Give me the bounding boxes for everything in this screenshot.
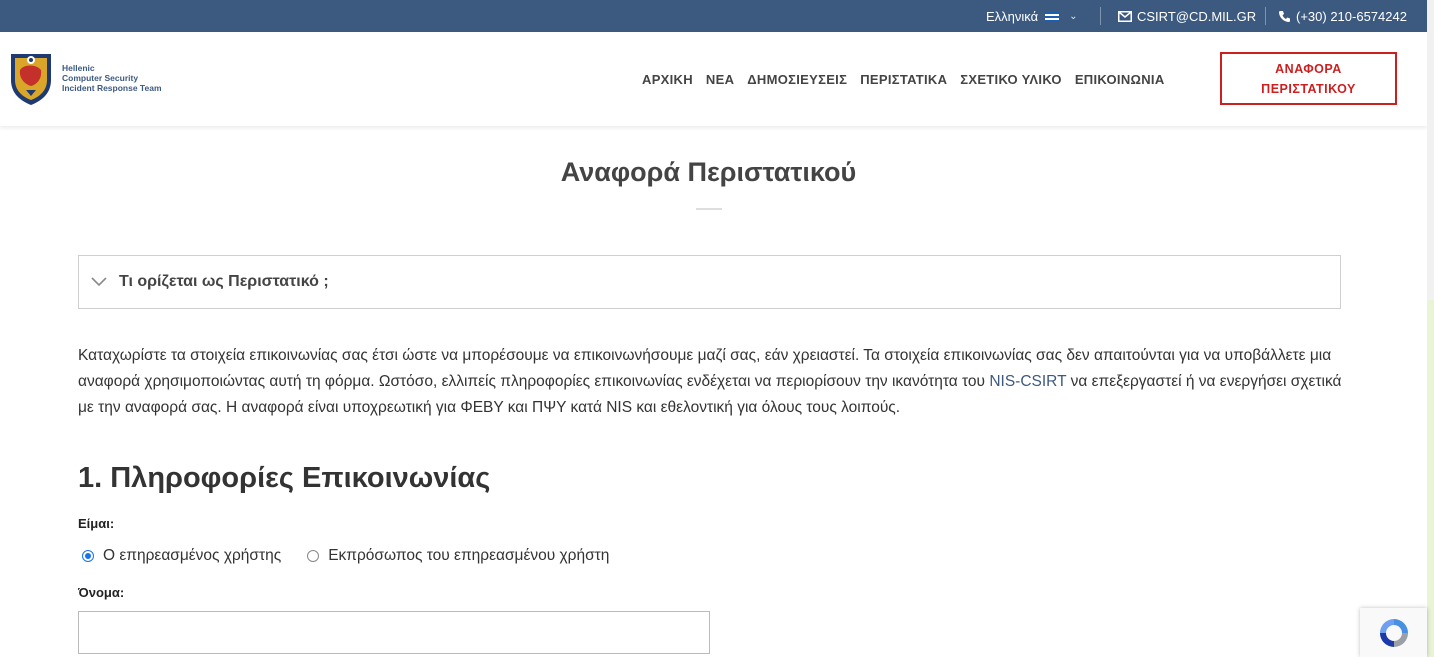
nav-item-contact[interactable]: ΕΠΙΚΟΙΝΩΝΙΑ: [1075, 72, 1165, 87]
shield-logo-icon: [11, 54, 51, 105]
logo-line: Hellenic: [62, 63, 95, 73]
logo-line: Incident Response Team: [62, 83, 162, 93]
page-title: Αναφορά Περιστατικού: [560, 157, 857, 187]
divider: [1265, 7, 1266, 25]
language-selector[interactable]: Ελληνικά ⌄: [986, 9, 1078, 24]
nav-item-publications[interactable]: ΔΗΜΟΣΙΕΥΣΕΙΣ: [747, 72, 847, 87]
recaptcha-icon: [1379, 618, 1408, 647]
site-logo[interactable]: Hellenic Computer Security Incident Resp…: [8, 50, 162, 106]
email-link[interactable]: CSIRT@CD.MIL.GR: [1118, 9, 1256, 24]
nis-csirt-link[interactable]: NIS-CSIRT: [989, 373, 1066, 390]
nav-item-home[interactable]: ΑΡΧΙΚΗ: [642, 72, 693, 87]
title-divider: [696, 208, 722, 210]
section-heading: 1. Πληροφορίες Επικοινωνίας: [78, 462, 491, 494]
phone-icon: [1279, 11, 1290, 22]
email-text: CSIRT@CD.MIL.GR: [1137, 9, 1257, 24]
chevron-down-icon: ⌄: [1069, 11, 1078, 22]
radio-button-selected[interactable]: [82, 550, 94, 562]
accordion-title: Τι ορίζεται ως Περιστατικό ;: [119, 273, 329, 290]
radio-button[interactable]: [307, 550, 320, 562]
logo-text: Hellenic Computer Security Incident Resp…: [62, 63, 162, 93]
mail-icon: [1118, 11, 1132, 22]
intro-paragraph: Καταχωρίστε τα στοιχεία επικοινωνίας σας…: [78, 343, 1358, 421]
nav-item-resources[interactable]: ΣΧΕΤΙΚΟ ΥΛΙΚΟ: [960, 72, 1062, 87]
radio-label: Εκπρόσωπος του επηρεασμένου χρήστη: [328, 547, 610, 564]
iam-label: Είμαι:: [78, 516, 115, 531]
language-label: Ελληνικά: [986, 9, 1039, 24]
main-nav: ΑΡΧΙΚΗ ΝΕΑ ΔΗΜΟΣΙΕΥΣΕΙΣ ΠΕΡΙΣΤΑΤΙΚΑ ΣΧΕΤ…: [642, 72, 1165, 87]
nav-item-incidents[interactable]: ΠΕΡΙΣΤΑΤΙΚΑ: [860, 72, 947, 87]
report-incident-button[interactable]: ΑΝΑΦΟΡΑ ΠΕΡΙΣΤΑΤΙΚΟΥ: [1220, 52, 1397, 105]
chevron-down-icon: [91, 277, 107, 287]
phone-text: (+30) 210-6574242: [1296, 9, 1407, 24]
name-label: Όνομα:: [78, 585, 125, 600]
phone-link[interactable]: (+30) 210-6574242: [1278, 9, 1407, 24]
flag-icon: [1045, 11, 1060, 22]
nav-item-news[interactable]: ΝΕΑ: [706, 72, 734, 87]
site-header: Hellenic Computer Security Incident Resp…: [0, 32, 1427, 126]
radio-label: Ο επηρεασμένος χρήστης: [103, 547, 282, 564]
scrollbar[interactable]: [1427, 0, 1434, 657]
radio-option-affected-user[interactable]: Ο επηρεασμένος χρήστης: [82, 547, 281, 565]
divider: [1100, 7, 1101, 25]
top-bar: Ελληνικά ⌄ CSIRT@CD.MIL.GR (+30) 210-657…: [0, 0, 1427, 32]
radio-option-representative[interactable]: Εκπρόσωπος του επηρεασμένου χρήστη: [307, 547, 609, 565]
name-field[interactable]: [78, 611, 710, 654]
reporter-type-radio-group: Ο επηρεασμένος χρήστης Εκπρόσωπος του επ…: [82, 547, 609, 565]
recaptcha-badge[interactable]: [1360, 608, 1427, 657]
logo-line: Computer Security: [62, 73, 139, 83]
incident-definition-accordion[interactable]: Τι ορίζεται ως Περιστατικό ;: [78, 255, 1341, 309]
scrollbar-track: [1427, 300, 1434, 657]
